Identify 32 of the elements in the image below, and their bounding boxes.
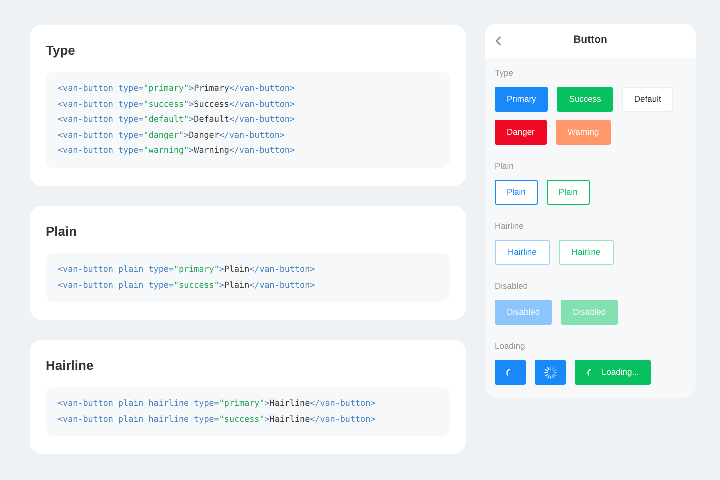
card-title: Type <box>46 42 76 60</box>
code-line: <van-button plain hairline type="primary">Hairline</van-button> <box>58 397 376 410</box>
demo-button[interactable]: Hairline <box>495 240 550 265</box>
section-title: Plain <box>495 160 514 172</box>
card-title: Hairline <box>46 357 94 376</box>
demo-button[interactable]: Success <box>557 87 614 112</box>
code-line: <van-button type="success">Success</van-button> <box>58 98 296 111</box>
demo-button[interactable]: Primary <box>495 87 548 112</box>
section-title: Hairline <box>495 220 524 232</box>
demo-button[interactable]: Default <box>622 87 674 112</box>
demo-button[interactable]: Warning <box>556 120 612 145</box>
code-line: <van-button type="primary">Primary</van-button> <box>58 82 296 95</box>
card-title: Plain <box>46 222 78 241</box>
section-title: Loading <box>495 340 526 352</box>
section-title: Type <box>495 67 514 79</box>
spinner-icon <box>544 366 558 380</box>
demo-button[interactable]: Plain <box>546 180 590 205</box>
code-line: <van-button type="danger">Danger</van-button> <box>58 128 285 142</box>
code-line: <van-button plain type="primary">Plain</van-button> <box>58 262 316 276</box>
code-line: <van-button plain hairline type="success">Hairline</van-button> <box>58 412 376 426</box>
loading-button[interactable]: Loading... <box>575 360 652 385</box>
back-button[interactable]: ‹ <box>495 29 502 51</box>
code-line: <van-button plain type="success">Plain</van-button> <box>58 278 316 292</box>
demo-button[interactable]: Plain <box>495 180 538 205</box>
loading-button[interactable] <box>495 360 526 385</box>
nav-title: Button <box>574 33 608 48</box>
code-line: <van-button type="warning">Warning</van-button> <box>58 144 296 158</box>
demo-button[interactable]: Danger <box>495 120 547 145</box>
demo-button[interactable]: Hairline <box>558 240 614 265</box>
section-title: Disabled <box>495 280 528 292</box>
code-line: <van-button type="default">Default</van-button> <box>58 113 296 126</box>
loading-button[interactable] <box>535 360 566 385</box>
